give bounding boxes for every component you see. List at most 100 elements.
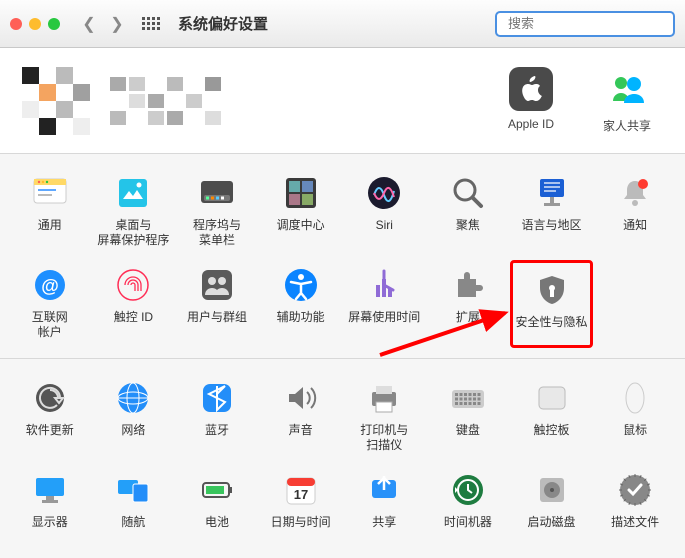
- pref-label: 共享: [372, 515, 396, 543]
- profile-section: Apple ID 家人共享: [0, 48, 685, 154]
- user-name-redacted: [110, 77, 221, 125]
- trackpad-icon: [531, 377, 573, 419]
- search-field[interactable]: [495, 11, 675, 37]
- pref-label: 电池: [205, 515, 229, 543]
- pref-label: 扩展: [456, 310, 480, 338]
- timemachine-icon: [447, 469, 489, 511]
- pref-label: 桌面与 屏幕保护程序: [97, 218, 169, 248]
- user-avatar[interactable]: [22, 67, 90, 135]
- pref-label: 用户与群组: [187, 310, 247, 338]
- security-icon: [531, 269, 573, 311]
- pref-security[interactable]: 安全性与隐私: [510, 260, 594, 348]
- forward-button[interactable]: ❯: [104, 13, 130, 35]
- window-title: 系统偏好设置: [178, 13, 268, 34]
- pref-mission[interactable]: 调度中心: [259, 168, 343, 252]
- pref-printers[interactable]: 打印机与 扫描仪: [343, 373, 427, 457]
- pref-label: 蓝牙: [205, 423, 229, 451]
- apple-id-label: Apple ID: [508, 117, 554, 131]
- pref-label: 辅助功能: [277, 310, 325, 338]
- pref-displays[interactable]: 显示器: [8, 465, 92, 547]
- pref-label: 网络: [121, 423, 145, 451]
- show-all-button[interactable]: [138, 13, 164, 35]
- network-icon: [112, 377, 154, 419]
- svg-text:@: @: [41, 276, 59, 296]
- apple-icon: [509, 67, 553, 111]
- pref-label: 键盘: [456, 423, 480, 451]
- pref-label: 聚焦: [456, 218, 480, 246]
- search-input[interactable]: [508, 16, 684, 31]
- pref-datetime[interactable]: 17日期与时间: [259, 465, 343, 547]
- notifications-icon: [614, 172, 656, 214]
- battery-icon: [196, 469, 238, 511]
- pref-dock[interactable]: 程序坞与 菜单栏: [175, 168, 259, 252]
- pref-label: 显示器: [32, 515, 68, 543]
- svg-text:17: 17: [293, 487, 307, 502]
- pref-startup[interactable]: 启动磁盘: [510, 465, 594, 547]
- back-button[interactable]: ❮: [76, 13, 102, 35]
- pref-label: 互联网 帐户: [32, 310, 68, 340]
- pref-label: 随航: [121, 515, 145, 543]
- pref-label: 启动磁盘: [528, 515, 576, 543]
- pref-sound[interactable]: 声音: [259, 373, 343, 457]
- pref-label: 调度中心: [277, 218, 325, 246]
- pref-general[interactable]: 通用: [8, 168, 92, 252]
- pref-label: 触控板: [534, 423, 570, 451]
- pref-network[interactable]: 网络: [92, 373, 176, 457]
- pref-sharing[interactable]: 共享: [343, 465, 427, 547]
- pref-timemachine[interactable]: 时间机器: [426, 465, 510, 547]
- desktop-icon: [112, 172, 154, 214]
- profiles-icon: [614, 469, 656, 511]
- pref-label: 程序坞与 菜单栏: [193, 218, 241, 248]
- pref-label: 时间机器: [444, 515, 492, 543]
- prefs-section-2: 软件更新网络 蓝牙 声音 打印机与 扫描仪键盘 触控板鼠标显示器 随航 电池 17日期与时间共…: [0, 359, 685, 557]
- pref-trackpad[interactable]: 触控板: [510, 373, 594, 457]
- maximize-button[interactable]: [48, 18, 60, 30]
- close-button[interactable]: [10, 18, 22, 30]
- startup-icon: [531, 469, 573, 511]
- apple-id-pref[interactable]: Apple ID: [495, 67, 567, 134]
- sidecar-icon: [112, 469, 154, 511]
- pref-siri[interactable]: Siri: [343, 168, 427, 252]
- pref-desktop[interactable]: 桌面与 屏幕保护程序: [92, 168, 176, 252]
- pref-label: 描述文件: [611, 515, 659, 543]
- pref-profiles[interactable]: 描述文件: [593, 465, 677, 547]
- pref-keyboard[interactable]: 键盘: [426, 373, 510, 457]
- siri-icon: [363, 172, 405, 214]
- pref-label: 声音: [289, 423, 313, 451]
- pref-label: 触控 ID: [114, 310, 153, 338]
- pref-sidecar[interactable]: 随航: [92, 465, 176, 547]
- pref-users[interactable]: 用户与群组: [175, 260, 259, 348]
- users-icon: [196, 264, 238, 306]
- prefs-section-1: 通用桌面与 屏幕保护程序程序坞与 菜单栏 调度中心 Siri 聚焦 语言与地区 通知 @ 互联…: [0, 154, 685, 359]
- pref-accessibility[interactable]: 辅助功能: [259, 260, 343, 348]
- family-icon: [605, 67, 649, 111]
- pref-screentime[interactable]: 屏幕使用时间: [343, 260, 427, 348]
- pref-spotlight[interactable]: 聚焦: [426, 168, 510, 252]
- pref-label: 通知: [623, 218, 647, 246]
- pref-touchid[interactable]: 触控 ID: [92, 260, 176, 348]
- touchid-icon: [112, 264, 154, 306]
- window-toolbar: ❮ ❯ 系统偏好设置: [0, 0, 685, 48]
- minimize-button[interactable]: [29, 18, 41, 30]
- sound-icon: [280, 377, 322, 419]
- pref-extensions[interactable]: 扩展: [426, 260, 510, 348]
- pref-update[interactable]: 软件更新: [8, 373, 92, 457]
- traffic-lights: [10, 18, 60, 30]
- family-label: 家人共享: [603, 117, 651, 134]
- general-icon: [29, 172, 71, 214]
- pref-label: 语言与地区: [522, 218, 582, 246]
- family-sharing-pref[interactable]: 家人共享: [591, 67, 663, 134]
- pref-label: 屏幕使用时间: [348, 310, 420, 338]
- bluetooth-icon: [196, 377, 238, 419]
- pref-mouse[interactable]: 鼠标: [593, 373, 677, 457]
- nav-buttons: ❮ ❯: [76, 13, 130, 35]
- pref-notifications[interactable]: 通知: [593, 168, 677, 252]
- pref-bluetooth[interactable]: 蓝牙: [175, 373, 259, 457]
- pref-internet[interactable]: @ 互联网 帐户: [8, 260, 92, 348]
- pref-battery[interactable]: 电池: [175, 465, 259, 547]
- pref-language[interactable]: 语言与地区: [510, 168, 594, 252]
- update-icon: [29, 377, 71, 419]
- datetime-icon: 17: [280, 469, 322, 511]
- sharing-icon: [363, 469, 405, 511]
- language-icon: [531, 172, 573, 214]
